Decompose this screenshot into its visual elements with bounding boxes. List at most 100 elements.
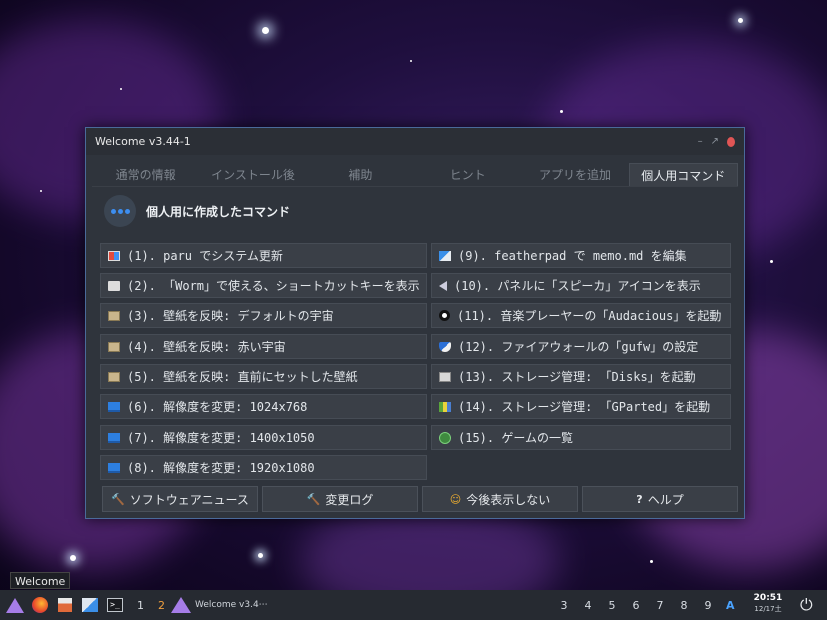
terminal-icon[interactable]: >_ xyxy=(105,595,125,615)
tooltip: Welcome xyxy=(10,572,71,589)
cmd-label: (4). 壁紙を反映: 赤い宇宙 xyxy=(127,340,286,354)
cmd-button-1[interactable]: (1). paru でシステム更新 xyxy=(100,243,427,268)
tab-post-install[interactable]: インストール後 xyxy=(199,163,306,186)
hammer-icon: 🔨 xyxy=(111,492,125,506)
keyboard-icon xyxy=(108,280,120,291)
cmd-label: (13). ストレージ管理: 「Disks」を起動 xyxy=(458,370,696,384)
cmd-label: (6). 解像度を変更: 1024x768 xyxy=(127,400,308,414)
wallpaper-icon xyxy=(108,341,120,352)
cmd-button-8[interactable]: (8). 解像度を変更: 1920x1080 xyxy=(100,455,427,480)
audio-icon xyxy=(439,310,450,321)
firefox-icon[interactable] xyxy=(30,595,50,615)
cmd-button-9[interactable]: (9). featherpad で memo.md を編集 xyxy=(431,243,731,268)
welcome-window: Welcome v3.44-1 – ↗ 通常の情報 インストール後 補助 ヒント… xyxy=(85,127,745,519)
workspace-5[interactable]: 5 xyxy=(600,599,624,612)
logout-icon[interactable]: ⏻ xyxy=(800,595,813,615)
tab-bar: 通常の情報 インストール後 補助 ヒント アプリを追加 個人用コマンド xyxy=(92,163,738,187)
shield-icon xyxy=(439,341,451,352)
cmd-label: (14). ストレージ管理: 「GParted」を起動 xyxy=(458,400,711,414)
wallpaper-icon xyxy=(108,371,120,382)
button-label: 変更ログ xyxy=(325,492,374,507)
cmd-label: (11). 音楽プレーヤーの「Audacious」を起動 xyxy=(457,309,722,323)
welcome-app-icon xyxy=(171,597,191,613)
monitor-icon xyxy=(108,462,120,473)
section-header: 個人用に作成したコマンド xyxy=(104,195,290,227)
hammer-icon: 🔨 xyxy=(306,492,321,506)
cmd-label: (12). ファイアウォールの「gufw」の設定 xyxy=(458,340,699,354)
cmd-button-15[interactable]: (15). ゲームの一覧 xyxy=(431,425,731,450)
tab-content: 個人用に作成したコマンド (1). paru でシステム更新 (2). 「Wor… xyxy=(86,187,744,480)
cmd-button-7[interactable]: (7). 解像度を変更: 1400x1050 xyxy=(100,425,427,450)
cmd-label: (10). パネルに「スピーカ」アイコンを表示 xyxy=(454,279,701,293)
cmd-button-3[interactable]: (3). 壁紙を反映: デフォルトの宇宙 xyxy=(100,303,427,328)
taskbar-task-welcome[interactable]: Welcome v3.4⋯ xyxy=(171,597,268,613)
help-icon: ? xyxy=(636,492,643,506)
software-news-button[interactable]: 🔨 ソフトウェアニュース xyxy=(102,486,258,512)
text-editor-icon[interactable] xyxy=(80,595,100,615)
window-controls: – ↗ xyxy=(698,136,735,147)
workspace-switcher: 3 4 5 6 7 8 9 xyxy=(552,599,720,612)
workspace-7[interactable]: 7 xyxy=(648,599,672,612)
wallpaper-icon xyxy=(108,310,120,321)
workspace-9[interactable]: 9 xyxy=(696,599,720,612)
tab-general-info[interactable]: 通常の情報 xyxy=(92,163,199,186)
cmd-label: (5). 壁紙を反映: 直前にセットした壁紙 xyxy=(127,370,358,384)
minimize-icon[interactable]: – xyxy=(698,136,703,147)
gparted-icon xyxy=(439,401,451,412)
section-title: 個人用に作成したコマンド xyxy=(146,204,291,219)
app-menu-icon[interactable] xyxy=(5,595,25,615)
cmd-label: (15). ゲームの一覧 xyxy=(458,431,573,445)
cmd-button-10[interactable]: (10). パネルに「スピーカ」アイコンを表示 xyxy=(431,273,731,298)
monitor-icon xyxy=(108,401,120,412)
help-button[interactable]: ? ヘルプ xyxy=(582,486,738,512)
workspace-8[interactable]: 8 xyxy=(672,599,696,612)
cmd-button-2[interactable]: (2). 「Worm」で使える、ショートカットキーを表示 xyxy=(100,273,427,298)
cmd-label: (7). 解像度を変更: 1400x1050 xyxy=(127,431,315,445)
smile-icon: ☺ xyxy=(449,492,462,506)
workspace-1[interactable]: 1 xyxy=(137,599,144,612)
taskbar: >_ 1 2 Welcome v3.4⋯ 3 4 5 6 7 8 9 A 20:… xyxy=(0,590,827,620)
clock-time: 20:51 xyxy=(753,593,783,603)
dont-show-again-button[interactable]: ☺ 今後表示しない xyxy=(422,486,578,512)
button-label: ヘルプ xyxy=(647,492,684,507)
cmd-button-5[interactable]: (5). 壁紙を反映: 直前にセットした壁紙 xyxy=(100,364,427,389)
cmd-button-6[interactable]: (6). 解像度を変更: 1024x768 xyxy=(100,394,427,419)
cmd-button-11[interactable]: (11). 音楽プレーヤーの「Audacious」を起動 xyxy=(431,303,731,328)
cmd-label: (2). 「Worm」で使える、ショートカットキーを表示 xyxy=(127,279,420,293)
changelog-button[interactable]: 🔨 変更ログ xyxy=(262,486,418,512)
cmd-label: (3). 壁紙を反映: デフォルトの宇宙 xyxy=(127,309,334,323)
task-label: Welcome v3.4⋯ xyxy=(195,600,268,610)
disk-icon xyxy=(439,371,451,382)
cmd-button-13[interactable]: (13). ストレージ管理: 「Disks」を起動 xyxy=(431,364,731,389)
download-icon[interactable] xyxy=(55,595,75,615)
monitor-icon xyxy=(108,432,120,443)
game-icon xyxy=(439,431,451,444)
close-icon[interactable] xyxy=(727,136,735,147)
workspace-2[interactable]: 2 xyxy=(158,599,165,612)
cmd-label: (8). 解像度を変更: 1920x1080 xyxy=(127,461,315,475)
button-label: 今後表示しない xyxy=(466,492,551,507)
window-titlebar[interactable]: Welcome v3.44-1 – ↗ xyxy=(86,128,744,155)
tab-assistance[interactable]: 補助 xyxy=(307,163,414,186)
clock[interactable]: 20:51 12/17土 xyxy=(752,593,784,615)
keyboard-layout-indicator[interactable]: A xyxy=(726,599,735,612)
tab-add-apps[interactable]: アプリを追加 xyxy=(521,163,628,186)
window-title: Welcome v3.44-1 xyxy=(95,135,191,148)
workspace-3[interactable]: 3 xyxy=(552,599,576,612)
grid-icon xyxy=(108,250,120,261)
cmd-label: (9). featherpad で memo.md を編集 xyxy=(458,249,687,263)
dots-icon xyxy=(104,195,136,227)
tab-personal-commands[interactable]: 個人用コマンド xyxy=(628,163,738,186)
cmd-button-14[interactable]: (14). ストレージ管理: 「GParted」を起動 xyxy=(431,394,731,419)
cmd-button-4[interactable]: (4). 壁紙を反映: 赤い宇宙 xyxy=(100,334,427,359)
tab-tips[interactable]: ヒント xyxy=(414,163,521,186)
maximize-icon[interactable]: ↗ xyxy=(711,136,719,147)
cmd-label: (1). paru でシステム更新 xyxy=(127,249,283,263)
edit-icon xyxy=(439,250,451,261)
bottom-button-bar: 🔨 ソフトウェアニュース 🔨 変更ログ ☺ 今後表示しない ? ヘルプ xyxy=(86,486,746,512)
cmd-button-12[interactable]: (12). ファイアウォールの「gufw」の設定 xyxy=(431,334,731,359)
speaker-icon xyxy=(439,280,447,291)
clock-date: 12/17土 xyxy=(754,605,782,613)
workspace-6[interactable]: 6 xyxy=(624,599,648,612)
workspace-4[interactable]: 4 xyxy=(576,599,600,612)
